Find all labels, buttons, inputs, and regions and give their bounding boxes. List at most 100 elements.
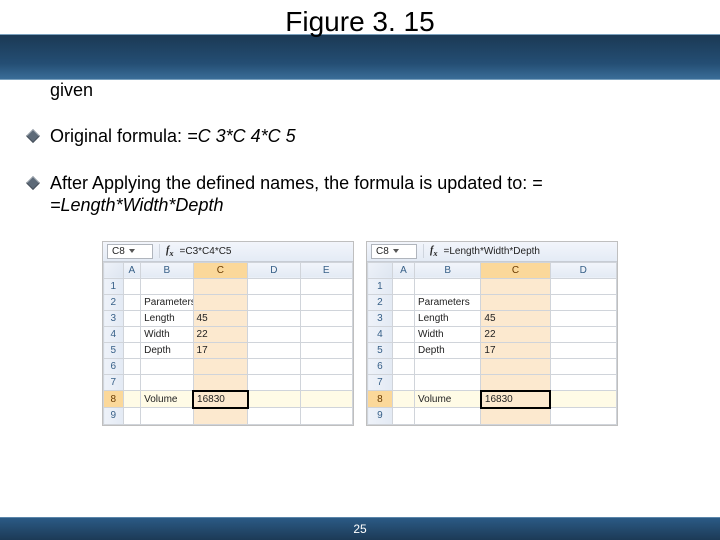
cell[interactable] <box>550 391 616 408</box>
name-box[interactable]: C8 <box>107 244 153 259</box>
cell[interactable] <box>248 294 300 310</box>
cell[interactable] <box>550 310 616 326</box>
cell[interactable] <box>415 358 481 374</box>
row-header[interactable]: 6 <box>104 358 124 374</box>
cell[interactable] <box>392 326 414 342</box>
column-header[interactable]: A <box>123 262 140 278</box>
row-header[interactable]: 6 <box>368 358 393 374</box>
cell[interactable]: 45 <box>481 310 550 326</box>
cell[interactable] <box>415 408 481 425</box>
row-header[interactable]: 4 <box>104 326 124 342</box>
cell[interactable] <box>141 358 193 374</box>
column-header[interactable]: B <box>141 262 193 278</box>
row-header[interactable]: 9 <box>104 408 124 425</box>
column-header[interactable]: C <box>481 262 550 278</box>
dropdown-icon[interactable] <box>129 249 135 253</box>
cell[interactable] <box>392 374 414 391</box>
cell[interactable]: Length <box>415 310 481 326</box>
cell[interactable]: 16830 <box>193 391 248 408</box>
cell[interactable] <box>248 374 300 391</box>
cell[interactable]: Width <box>415 326 481 342</box>
row-header[interactable]: 8 <box>368 391 393 408</box>
cell[interactable] <box>300 310 352 326</box>
cell[interactable]: Depth <box>141 342 193 358</box>
row-header[interactable]: 5 <box>368 342 393 358</box>
cell[interactable] <box>300 294 352 310</box>
cell[interactable] <box>300 358 352 374</box>
cell[interactable] <box>193 278 248 294</box>
worksheet-grid[interactable]: ABCD12Parameters3Length454Width225Depth1… <box>367 262 617 425</box>
cell[interactable] <box>141 408 193 425</box>
name-box[interactable]: C8 <box>371 244 417 259</box>
column-header[interactable]: E <box>300 262 352 278</box>
cell[interactable] <box>248 342 300 358</box>
cell[interactable] <box>300 374 352 391</box>
cell[interactable] <box>415 278 481 294</box>
cell[interactable] <box>392 391 414 408</box>
cell[interactable]: 17 <box>481 342 550 358</box>
cell[interactable] <box>481 358 550 374</box>
cell[interactable]: Volume <box>415 391 481 408</box>
row-header[interactable]: 1 <box>104 278 124 294</box>
select-all-corner[interactable] <box>368 262 393 278</box>
column-header[interactable]: D <box>248 262 300 278</box>
cell[interactable] <box>300 408 352 425</box>
column-header[interactable]: C <box>193 262 248 278</box>
cell[interactable] <box>300 326 352 342</box>
cell[interactable] <box>550 374 616 391</box>
cell[interactable] <box>392 278 414 294</box>
cell[interactable] <box>248 408 300 425</box>
cell[interactable]: Volume <box>141 391 193 408</box>
cell[interactable] <box>550 342 616 358</box>
row-header[interactable]: 2 <box>368 294 393 310</box>
cell[interactable] <box>123 310 140 326</box>
row-header[interactable]: 3 <box>104 310 124 326</box>
cell[interactable]: Parameters <box>415 294 481 310</box>
column-header[interactable]: B <box>415 262 481 278</box>
cell[interactable] <box>123 342 140 358</box>
cell[interactable] <box>248 391 300 408</box>
dropdown-icon[interactable] <box>393 249 399 253</box>
cell[interactable] <box>193 408 248 425</box>
fx-icon[interactable]: fx <box>166 245 174 258</box>
cell[interactable]: Parameters <box>141 294 193 310</box>
row-header[interactable]: 8 <box>104 391 124 408</box>
cell[interactable]: 17 <box>193 342 248 358</box>
column-header[interactable]: D <box>550 262 616 278</box>
cell[interactable] <box>550 278 616 294</box>
cell[interactable] <box>392 342 414 358</box>
cell[interactable] <box>392 310 414 326</box>
cell[interactable] <box>123 278 140 294</box>
cell[interactable] <box>123 326 140 342</box>
row-header[interactable]: 1 <box>368 278 393 294</box>
cell[interactable] <box>392 408 414 425</box>
cell[interactable] <box>123 294 140 310</box>
column-header[interactable]: A <box>392 262 414 278</box>
cell[interactable]: Length <box>141 310 193 326</box>
cell[interactable] <box>123 391 140 408</box>
cell[interactable] <box>248 358 300 374</box>
cell[interactable] <box>193 374 248 391</box>
row-header[interactable]: 9 <box>368 408 393 425</box>
cell[interactable] <box>550 326 616 342</box>
cell[interactable] <box>550 408 616 425</box>
cell[interactable] <box>123 374 140 391</box>
row-header[interactable]: 3 <box>368 310 393 326</box>
cell[interactable] <box>481 408 550 425</box>
row-header[interactable]: 5 <box>104 342 124 358</box>
cell[interactable]: 45 <box>193 310 248 326</box>
cell[interactable] <box>141 374 193 391</box>
cell[interactable] <box>300 391 352 408</box>
cell[interactable] <box>193 294 248 310</box>
cell[interactable] <box>481 278 550 294</box>
cell[interactable]: Width <box>141 326 193 342</box>
cell[interactable] <box>300 342 352 358</box>
cell[interactable] <box>415 374 481 391</box>
cell[interactable] <box>550 358 616 374</box>
row-header[interactable]: 7 <box>104 374 124 391</box>
cell[interactable] <box>193 358 248 374</box>
select-all-corner[interactable] <box>104 262 124 278</box>
cell[interactable] <box>300 278 352 294</box>
worksheet-grid[interactable]: ABCDE12Parameters3Length454Width225Depth… <box>103 262 353 425</box>
row-header[interactable]: 2 <box>104 294 124 310</box>
